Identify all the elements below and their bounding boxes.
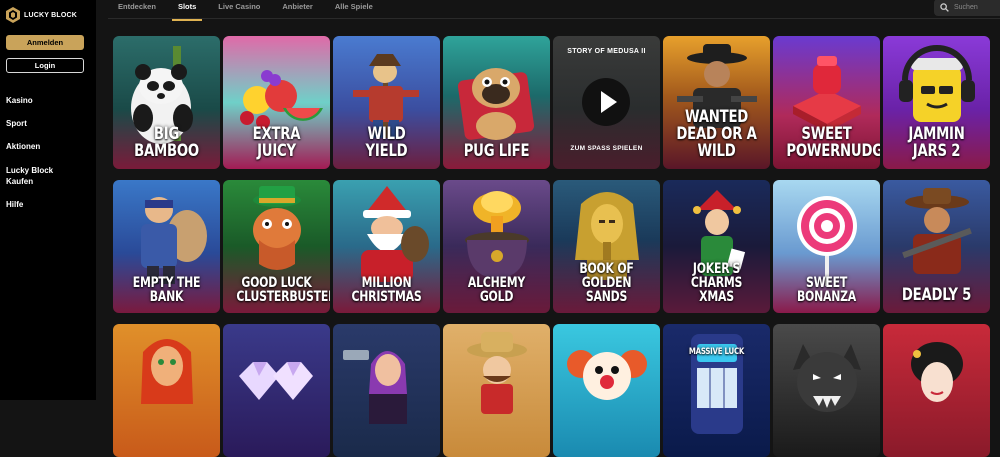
heroine-art [343,350,407,424]
tab-slots[interactable]: Slots [171,0,203,21]
tab-anbieter[interactable]: Anbieter [282,0,312,18]
sidebar-item-sport[interactable]: Sport [6,119,92,129]
game-tile-row3-3[interactable] [333,324,440,457]
play-for-fun-link[interactable]: ZUM SPASS SPIELEN [553,145,660,152]
sidebar-nav: Kasino Sport Aktionen Lucky Block Kaufen… [6,96,92,223]
game-title: BIG BAMBOO [134,124,199,161]
tab-live-casino[interactable]: Live Casino [218,0,260,18]
game-title: GOOD LUCK CLUSTERBUSTER [236,275,330,305]
game-tile-row3-5[interactable] [553,324,660,457]
game-title: SWEET POWERNUDGE [786,124,880,161]
play-icon[interactable] [582,78,630,126]
game-tile-row3-7[interactable] [773,324,880,457]
cowboy-cartoon-art [467,332,527,414]
search-placeholder: Suchen [954,4,978,11]
tabs-divider [108,18,1000,19]
game-tile-deadly-5[interactable]: DEADLY 5 [883,180,990,313]
game-title: MILLION CHRISTMAS [351,275,422,305]
search-icon [940,3,949,12]
game-title: EXTRA JUICY [252,124,301,161]
game-title: JOKER'S CHARMS XMAS [690,261,743,305]
game-title: EMPTY THE BANK [132,275,201,305]
game-title: SWEET BONANZA [796,275,857,305]
game-tile-empty-the-bank[interactable]: EMPTY THE BANK [113,180,220,313]
game-tile-row3-4[interactable] [443,324,550,457]
game-tile-massive-luck[interactable]: MASSIVE LUCK [663,324,770,457]
register-button[interactable]: Anmelden [6,35,84,50]
fire-goddess-art [141,339,193,404]
game-tile-row3-8[interactable] [883,324,990,457]
game-tile-million-christmas[interactable]: MILLION CHRISTMAS [333,180,440,313]
game-tile-jammin-jars-2[interactable]: JAMMIN JARS 2 [883,36,990,169]
diamonds-art [239,362,313,400]
game-tile-pug-life[interactable]: PUG LIFE [443,36,550,169]
geisha-art [911,342,963,402]
game-title: WANTED DEAD OR A WILD [676,107,757,161]
game-tile-row3-1[interactable] [113,324,220,457]
tab-alle-spiele[interactable]: Alle Spiele [335,0,373,18]
sidebar-item-lucky-block-kaufen[interactable]: Lucky Block Kaufen [6,165,66,187]
sidebar-item-kasino[interactable]: Kasino [6,96,92,106]
game-tile-extra-juicy[interactable]: EXTRA JUICY [223,36,330,169]
game-title: JAMMIN JARS 2 [908,124,965,161]
sidebar-item-hilfe[interactable]: Hilfe [6,200,92,210]
game-tile-row3-2[interactable] [223,324,330,457]
game-tile-good-luck-clusterbuster[interactable]: GOOD LUCK CLUSTERBUSTER [223,180,330,313]
lucky-block-logo-icon [6,7,20,23]
clown-art [567,350,647,400]
game-title: PUG LIFE [463,141,530,161]
game-tile-sweet-powernudge[interactable]: SWEET POWERNUDGE [773,36,880,169]
game-tile-wild-yield[interactable]: WILD YIELD [333,36,440,169]
game-tile-big-bamboo[interactable]: BIG BAMBOO [113,36,220,169]
login-button[interactable]: Login [6,58,84,73]
game-tile-story-of-medusa-ii[interactable]: STORY OF MEDUSA II ZUM SPASS SPIELEN [553,36,660,169]
sidebar-item-aktionen[interactable]: Aktionen [6,142,92,152]
game-title: ALCHEMY GOLD [467,275,526,305]
brand-name: LUCKY BLOCK [24,11,78,19]
game-tile-book-of-golden-sands[interactable]: BOOK OF GOLDEN SANDS [553,180,660,313]
game-overlay-title: STORY OF MEDUSA II [567,48,646,55]
category-tabs: Entdecken Slots Live Casino Anbieter All… [118,0,395,21]
slot-machine-art [691,334,743,434]
sidebar: LUCKY BLOCK Anmelden Login Kasino Sport … [0,0,96,400]
wolf-art [793,344,861,412]
search-input[interactable]: Suchen [934,0,1000,16]
game-title: WILD YIELD [365,124,408,161]
game-title: BOOK OF GOLDEN SANDS [579,261,634,305]
game-tile-sweet-bonanza[interactable]: SWEET BONANZA [773,180,880,313]
game-tile-jokers-charms-xmas[interactable]: JOKER'S CHARMS XMAS [663,180,770,313]
brand-logo[interactable]: LUCKY BLOCK [6,6,90,24]
game-tile-alchemy-gold[interactable]: ALCHEMY GOLD [443,180,550,313]
game-tile-wanted-dead-or-a-wild[interactable]: WANTED DEAD OR A WILD [663,36,770,169]
game-title: DEADLY 5 [901,285,972,305]
game-title: MASSIVE LUCK [688,347,745,357]
tab-entdecken[interactable]: Entdecken [118,0,156,18]
